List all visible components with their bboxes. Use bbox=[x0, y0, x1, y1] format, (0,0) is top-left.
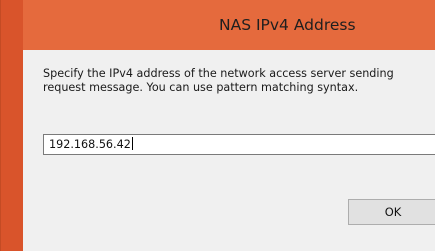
dialog-title: NAS IPv4 Address bbox=[219, 16, 356, 34]
text-caret bbox=[131, 137, 133, 150]
ipv4-address-value: 192.168.56.42 bbox=[49, 138, 131, 151]
instructions-text: Specify the IPv4 address of the network … bbox=[43, 67, 394, 94]
ok-button[interactable]: OK bbox=[348, 199, 435, 225]
title-bar[interactable]: NAS IPv4 Address bbox=[23, 0, 435, 50]
window-frame-left bbox=[1, 0, 23, 251]
dialog-content: Specify the IPv4 address of the network … bbox=[23, 50, 435, 251]
dialog-window: NAS IPv4 Address Specify the IPv4 addres… bbox=[0, 0, 435, 251]
ipv4-address-input[interactable]: 192.168.56.42 bbox=[43, 134, 435, 155]
